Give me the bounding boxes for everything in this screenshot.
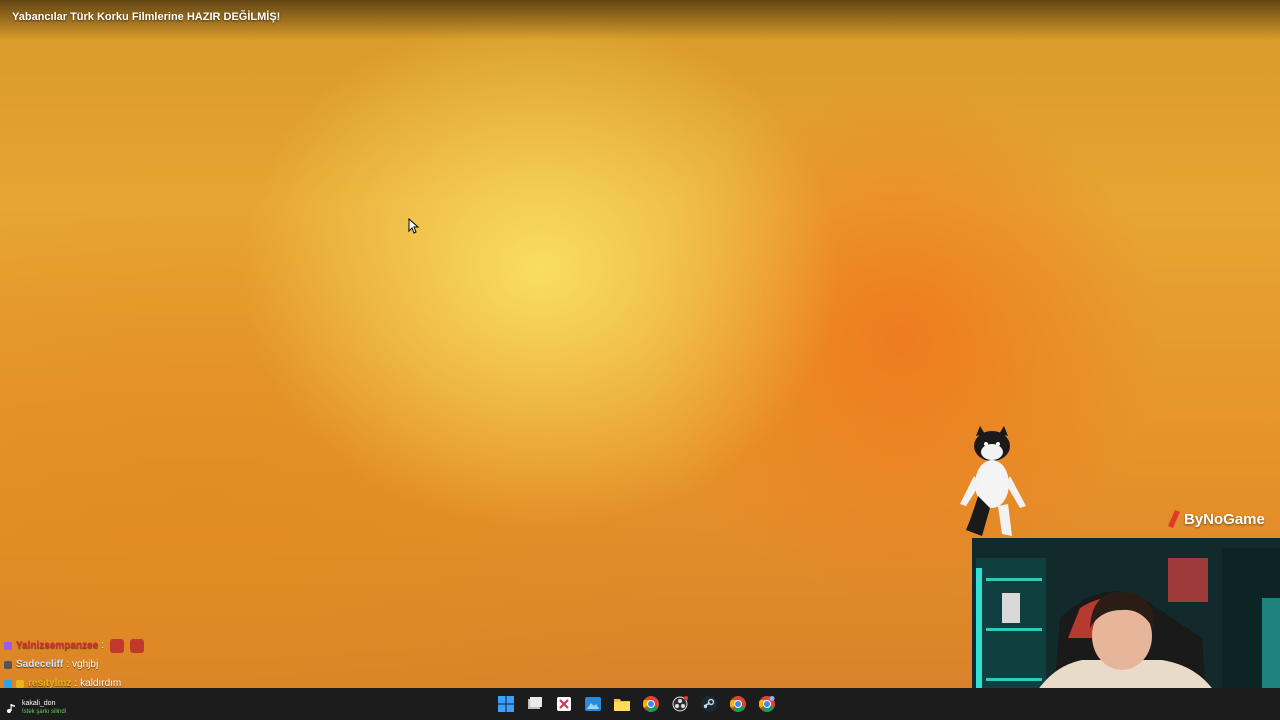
subscriber-badge-icon <box>4 641 12 650</box>
chat-text: vghjbj <box>72 659 99 670</box>
user-badge-icon <box>4 660 12 669</box>
chat-username: Yalnizsempanzee <box>16 640 99 651</box>
chrome-profile-2-icon[interactable] <box>757 694 777 714</box>
chrome-icon[interactable] <box>641 694 661 714</box>
moderator-badge-icon <box>4 679 12 688</box>
snipping-tool-icon[interactable] <box>554 694 574 714</box>
file-explorer-icon[interactable] <box>612 694 632 714</box>
bynogame-mark-icon <box>1168 510 1180 528</box>
logo-text: ByNoGame <box>1184 510 1265 528</box>
windows-start-icon[interactable] <box>496 694 516 714</box>
obs-icon[interactable] <box>670 694 690 714</box>
angry-emote-icon <box>130 638 145 653</box>
task-view-icon[interactable] <box>525 694 545 714</box>
chat-message: Yalnizsempanzee : <box>4 636 404 655</box>
bynogame-logo: ByNoGame <box>1168 508 1265 530</box>
steam-icon[interactable] <box>699 694 719 714</box>
dancing-cat-overlay <box>960 426 1026 536</box>
chrome-profile-icon[interactable] <box>728 694 748 714</box>
notification-user: kakali_don <box>22 700 56 707</box>
music-icon <box>7 704 15 713</box>
video-title-bar: Yabancılar Türk Korku Filmlerine HAZIR D… <box>0 0 1280 40</box>
vip-badge-icon <box>16 679 24 688</box>
notification-subtitle: İstek şarkı silindi <box>22 709 67 715</box>
mouse-cursor-icon <box>408 218 420 234</box>
photos-icon[interactable] <box>583 694 603 714</box>
chat-username: Sadeceliff <box>16 659 64 670</box>
chat-separator: : <box>101 640 105 651</box>
chat-separator: : <box>66 659 70 670</box>
stream-chat: Yalnizsempanzee : Sadeceliff : vghjbj re… <box>4 636 404 693</box>
chat-message: Sadeceliff : vghjbj <box>4 655 404 674</box>
video-title: Yabancılar Türk Korku Filmlerine HAZIR D… <box>12 11 281 23</box>
angry-emote-icon <box>110 638 125 653</box>
song-request-notification: kakali_don İstek şarkı silindi <box>6 699 66 717</box>
taskbar-icons <box>496 694 777 714</box>
